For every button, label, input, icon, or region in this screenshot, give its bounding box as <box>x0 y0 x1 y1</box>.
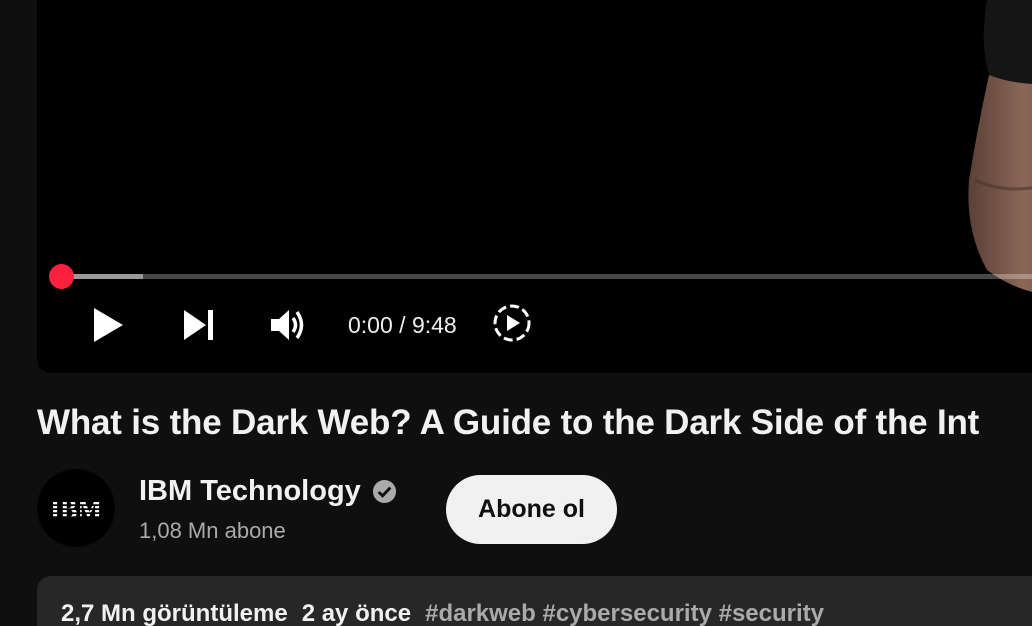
subscribe-button[interactable]: Abone ol <box>446 475 617 544</box>
subscriber-count: 1,08 Mn abone <box>139 518 286 543</box>
progress-bar[interactable] <box>62 274 1032 279</box>
volume-icon <box>271 310 304 340</box>
channel-avatar[interactable]: IBM <box>37 469 115 547</box>
description-meta: 2,7 Mn görüntüleme 2 ay önce #darkweb #cyb… <box>61 600 824 626</box>
channel-name[interactable]: IBM Technology <box>139 475 361 508</box>
upload-age: 2 ay önce <box>301 600 412 626</box>
svg-text:IBM: IBM <box>50 495 102 522</box>
view-count: 2,7 Mn görüntüleme <box>61 600 288 626</box>
autoplay-toggle[interactable] <box>489 300 535 346</box>
progress-buffered <box>62 274 144 279</box>
youtube-watch-page: 0:00 / 9:48 What is the Dark Web? A Guid… <box>0 0 1032 626</box>
video-player[interactable]: 0:00 / 9:48 <box>37 0 1032 373</box>
current-time: 0:00 <box>348 312 393 338</box>
progress-scrubber-handle[interactable] <box>49 264 74 289</box>
volume-button[interactable] <box>265 302 311 348</box>
autoplay-icon <box>493 304 531 342</box>
player-controls: 0:00 / 9:48 <box>37 298 737 353</box>
presenter-arm-image <box>968 0 1032 292</box>
verified-check-icon <box>372 479 397 504</box>
time-separator: / <box>392 312 412 338</box>
video-duration: 9:48 <box>411 312 457 338</box>
play-icon <box>94 308 123 342</box>
ibm-logo: IBM <box>50 495 102 522</box>
play-button[interactable] <box>85 302 131 348</box>
video-title: What is the Dark Web? A Guide to the Dar… <box>37 403 980 442</box>
next-video-button[interactable] <box>175 302 221 348</box>
next-icon <box>184 310 213 340</box>
hashtags[interactable]: #darkweb #cybersecurity #security <box>425 600 824 626</box>
description-box[interactable]: 2,7 Mn görüntüleme 2 ay önce #darkweb #cyb… <box>37 576 1032 626</box>
time-display: 0:00 / 9:48 <box>348 312 457 339</box>
